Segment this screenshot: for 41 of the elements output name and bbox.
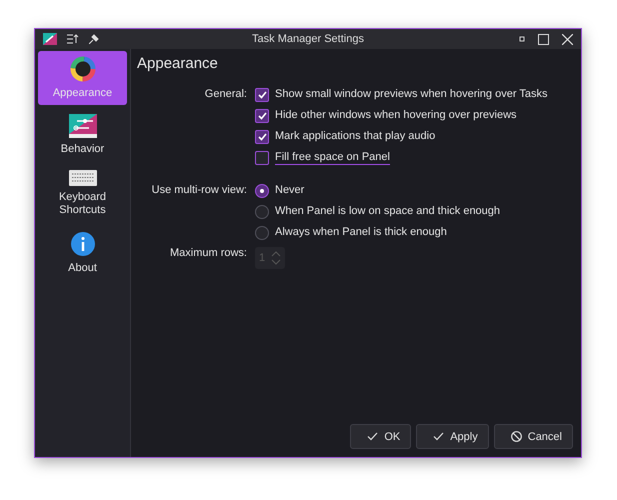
sidebar-item[interactable]: Behavior: [38, 108, 127, 160]
check-icon: [258, 90, 266, 98]
sliders-icon: [68, 114, 96, 138]
radio-option[interactable]: Always when Panel is thick enough: [255, 222, 573, 243]
checkbox-option[interactable]: Fill free space on Panel: [255, 147, 573, 168]
info-icon: [70, 231, 96, 257]
check-icon: [433, 432, 444, 441]
color-wheel-icon: [70, 56, 96, 82]
app-icon: [43, 33, 57, 45]
checkbox-option[interactable]: Show small window previews when hovering over Tasks: [255, 84, 573, 105]
dialog-button[interactable]: OK: [350, 424, 412, 449]
checkbox[interactable]: [255, 88, 269, 102]
radio-button[interactable]: [255, 204, 269, 218]
max-rows-label: Maximum rows:: [168, 246, 247, 261]
window-title: Task Manager Settings: [252, 33, 364, 45]
minimize-icon[interactable]: [519, 36, 525, 42]
radio-option[interactable]: When Panel is low on space and thick enough: [255, 201, 573, 222]
sidebar-item[interactable]: Keyboard Shortcuts: [38, 164, 127, 222]
menu-icon[interactable]: [67, 34, 79, 44]
radio-button[interactable]: [255, 184, 269, 198]
checkbox-option[interactable]: Mark applications that play audio: [255, 126, 573, 147]
general-label: General:: [204, 87, 247, 102]
checkbox[interactable]: [255, 108, 269, 122]
sidebar-item[interactable]: About: [38, 226, 127, 280]
multi-row-label: Use multi-row view:: [150, 183, 247, 198]
check-icon: [367, 432, 378, 441]
page-heading: Appearance: [137, 55, 219, 72]
check-icon: [258, 132, 266, 140]
radio-option[interactable]: Never: [255, 180, 573, 201]
cancel-icon: [510, 431, 522, 442]
checkbox[interactable]: [255, 130, 269, 144]
dialog-button[interactable]: Apply: [416, 424, 489, 449]
radio-button[interactable]: [255, 226, 269, 240]
keyboard-icon: [68, 170, 96, 186]
checkbox-option[interactable]: Hide other windows when hovering over previews: [255, 105, 573, 126]
check-icon: [258, 112, 266, 120]
sidebar-item[interactable]: Appearance: [38, 51, 127, 105]
dialog-button[interactable]: Cancel: [494, 424, 573, 449]
close-icon[interactable]: [562, 34, 573, 44]
checkbox[interactable]: [255, 150, 269, 164]
maximize-icon[interactable]: [538, 34, 549, 44]
